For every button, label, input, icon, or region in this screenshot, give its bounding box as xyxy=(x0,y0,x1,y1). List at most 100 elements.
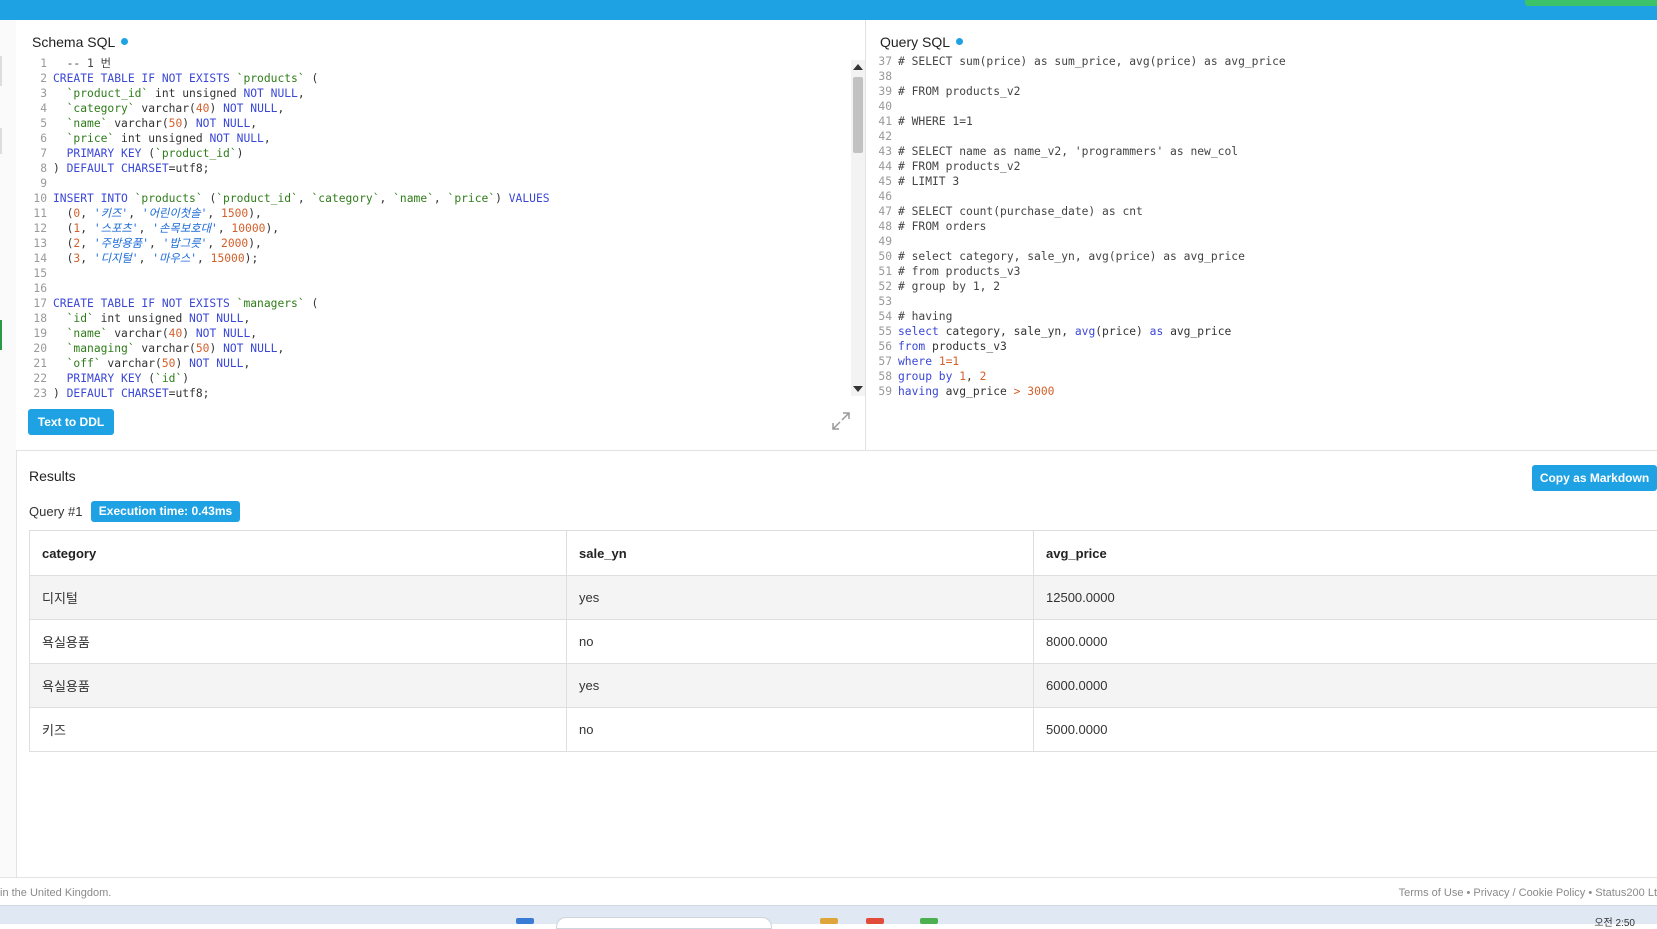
scroll-up-arrow-icon[interactable] xyxy=(853,64,863,70)
code-token: ) xyxy=(209,102,223,115)
code-token: 15000 xyxy=(211,252,245,265)
code-line: 46 xyxy=(866,189,1657,204)
line-number: 11 xyxy=(16,206,53,221)
taskbar-app-icon[interactable] xyxy=(920,918,938,924)
left-sidebar-strip xyxy=(0,20,17,878)
line-number: 7 xyxy=(16,146,53,161)
line-number: 48 xyxy=(866,219,898,234)
schema-panel: Schema SQL 1 -- 1 번 2CREATE TABLE IF NOT… xyxy=(16,20,866,450)
code-token: , xyxy=(250,117,257,130)
scrollbar-thumb[interactable] xyxy=(853,77,863,153)
footer-links[interactable]: Terms of Use • Privacy / Cookie Policy •… xyxy=(1399,887,1657,899)
code-line: 58group by 1, 2 xyxy=(866,369,1657,384)
table-cell: 키즈 xyxy=(30,708,567,752)
run-button[interactable] xyxy=(1525,0,1657,6)
code-token: NOT NULL xyxy=(223,342,277,355)
sidebar-marker xyxy=(0,56,2,86)
code-token: avg_price xyxy=(939,385,1014,398)
taskbar-clock: 오전 2:50 xyxy=(1594,914,1635,929)
code-line: 4 `category` varchar(40) NOT NULL, xyxy=(16,101,851,116)
code-token: # WHERE 1=1 xyxy=(898,115,973,128)
line-number: 46 xyxy=(866,189,898,204)
copy-as-markdown-button[interactable]: Copy as Markdown xyxy=(1532,465,1657,491)
line-number: 20 xyxy=(16,341,53,356)
query-title-text: Query SQL xyxy=(880,34,950,50)
code-token: , xyxy=(149,237,163,250)
code-token: 1=1 xyxy=(939,355,959,368)
code-token: NOT NULL xyxy=(189,312,243,325)
code-token: ) xyxy=(495,192,509,205)
code-token: # FROM products_v2 xyxy=(898,85,1020,98)
query-code-editor[interactable]: 37# SELECT sum(price) as sum_price, avg(… xyxy=(866,54,1657,414)
code-token: ( xyxy=(53,222,73,235)
code-line: 44# FROM products_v2 xyxy=(866,159,1657,174)
code-token: , xyxy=(207,207,221,220)
code-token: , xyxy=(434,192,448,205)
code-token: NOT NULL xyxy=(243,87,297,100)
panel-divider xyxy=(16,450,1657,451)
line-number: 37 xyxy=(866,54,898,69)
code-line: 2CREATE TABLE IF NOT EXISTS `products` ( xyxy=(16,71,851,86)
code-token: '밥그릇' xyxy=(163,237,208,250)
code-token: `name` xyxy=(67,117,108,130)
code-line: 43# SELECT name as name_v2, 'programmers… xyxy=(866,144,1657,159)
table-cell: 욕실용품 xyxy=(30,664,567,708)
code-line: 16 xyxy=(16,281,851,296)
taskbar-folder-icon[interactable] xyxy=(820,918,838,924)
column-header: sale_yn xyxy=(567,531,1034,576)
schema-code-editor[interactable]: 1 -- 1 번 2CREATE TABLE IF NOT EXISTS `pr… xyxy=(16,56,851,416)
code-line: 23) DEFAULT CHARSET=utf8; xyxy=(16,386,851,401)
windows-start-icon[interactable] xyxy=(516,918,534,924)
code-token: varchar( xyxy=(135,102,196,115)
code-token: varchar( xyxy=(107,117,168,130)
line-number: 9 xyxy=(16,176,53,191)
code-token: NOT NULL xyxy=(223,102,277,115)
code-line: 13 (2, '주방용품', '밥그릇', 2000), xyxy=(16,236,851,251)
code-token xyxy=(53,132,67,145)
code-token: where xyxy=(898,355,932,368)
table-cell: no xyxy=(567,620,1034,664)
os-taskbar: 오전 2:50 xyxy=(0,905,1657,924)
line-number: 2 xyxy=(16,71,53,86)
table-row: 디지털 yes 12500.0000 xyxy=(30,576,1657,620)
code-line: 57where 1=1 xyxy=(866,354,1657,369)
taskbar-search-box[interactable] xyxy=(556,917,772,929)
code-token: , xyxy=(197,252,211,265)
code-line: 17CREATE TABLE IF NOT EXISTS `managers` … xyxy=(16,296,851,311)
scroll-down-arrow-icon[interactable] xyxy=(853,386,863,392)
code-line: 51# from products_v3 xyxy=(866,264,1657,279)
expand-icon[interactable] xyxy=(830,410,852,432)
line-number: 23 xyxy=(16,386,53,401)
code-token xyxy=(53,357,67,370)
code-token: , xyxy=(207,237,221,250)
text-to-ddl-button[interactable]: Text to DDL xyxy=(28,409,114,435)
code-token: '어린이첫솔' xyxy=(142,207,208,220)
code-line: 10INSERT INTO `products` (`product_id`, … xyxy=(16,191,851,206)
code-token: '손목보호대' xyxy=(152,222,218,235)
code-token: ) xyxy=(237,147,244,160)
taskbar-chrome-icon[interactable] xyxy=(866,918,884,924)
code-token: `id` xyxy=(155,372,182,385)
line-number: 13 xyxy=(16,236,53,251)
code-token: `managing` xyxy=(67,342,135,355)
code-token: ( xyxy=(305,72,319,85)
table-cell: no xyxy=(567,708,1034,752)
code-token: , xyxy=(139,252,153,265)
code-token: having xyxy=(898,385,939,398)
code-line: 52# group by 1, 2 xyxy=(866,279,1657,294)
code-token: 2000 xyxy=(221,237,248,250)
table-cell: yes xyxy=(567,664,1034,708)
code-token: `product_id` xyxy=(216,192,298,205)
code-token: ( xyxy=(53,207,73,220)
code-token: varchar( xyxy=(101,357,162,370)
results-title: Results xyxy=(29,468,76,484)
line-number: 50 xyxy=(866,249,898,264)
line-number: 52 xyxy=(866,279,898,294)
table-header-row: category sale_yn avg_price xyxy=(30,531,1657,576)
sidebar-marker xyxy=(0,128,2,154)
code-token: ( xyxy=(203,192,217,205)
schema-panel-title: Schema SQL xyxy=(32,34,128,50)
schema-scrollbar[interactable] xyxy=(851,60,865,396)
code-token xyxy=(53,312,67,325)
code-token: CREATE TABLE IF NOT EXISTS xyxy=(53,72,237,85)
